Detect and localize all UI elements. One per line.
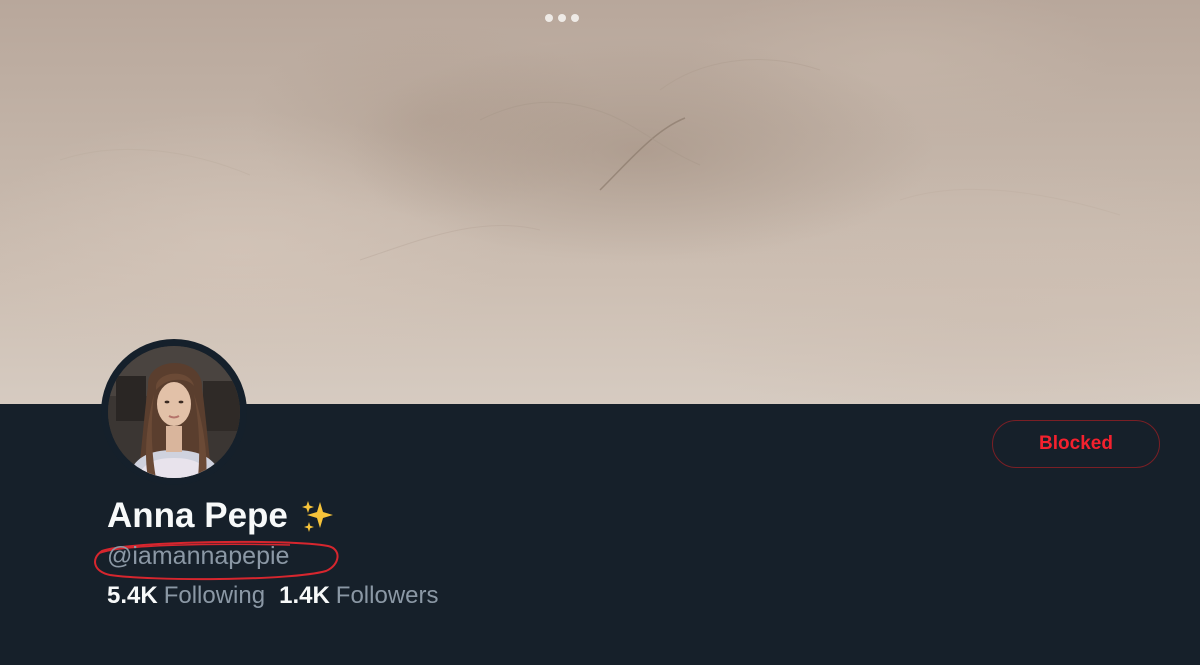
handle-annotation: @iamannapepie bbox=[90, 537, 346, 581]
blocked-button[interactable]: Blocked bbox=[992, 420, 1160, 468]
profile-handle: @iamannapepie bbox=[107, 542, 290, 570]
following-link[interactable]: 5.4K Following bbox=[107, 582, 265, 610]
following-count: 5.4K bbox=[107, 582, 158, 609]
follow-stats: 5.4K Following 1.4K Followers bbox=[107, 581, 439, 611]
followers-label: Followers bbox=[335, 582, 439, 609]
followers-count: 1.4K bbox=[279, 582, 330, 609]
profile-page: Blocked Anna Pepe @iamannapepie 5.4K Fol… bbox=[0, 0, 1200, 665]
sparkles-icon bbox=[300, 498, 336, 534]
followers-link[interactable]: 1.4K Followers bbox=[279, 582, 438, 610]
display-name: Anna Pepe bbox=[107, 496, 288, 535]
more-options-icon[interactable] bbox=[545, 13, 579, 23]
avatar[interactable] bbox=[101, 339, 247, 485]
avatar-photo bbox=[108, 346, 240, 478]
display-name-row: Anna Pepe bbox=[107, 494, 336, 538]
following-label: Following bbox=[163, 582, 266, 609]
